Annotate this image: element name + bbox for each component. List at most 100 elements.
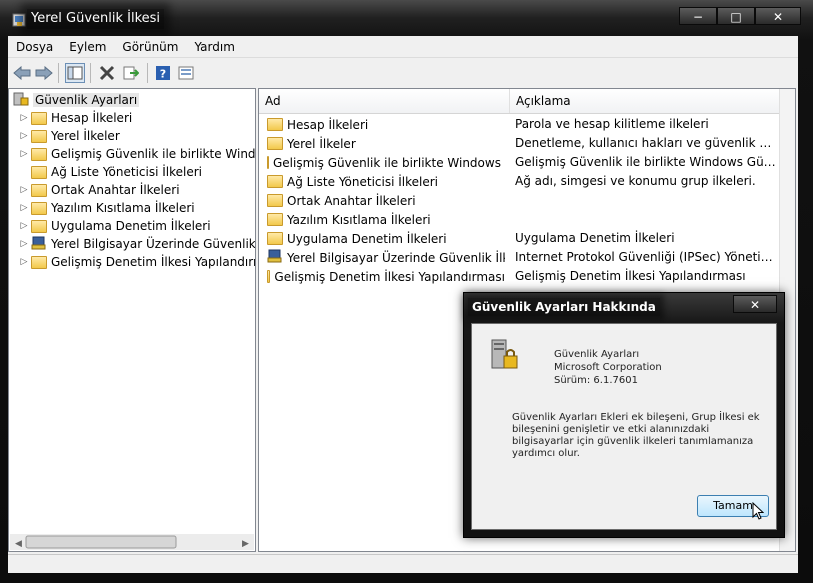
row-description: Internet Protokol Güvenliği (IPSec) Yöne… (515, 250, 777, 264)
back-arrow-icon[interactable] (12, 63, 32, 83)
row-name: Gelişmiş Denetim İlkesi Yapılandırması (274, 269, 505, 284)
toolbar-separator (90, 63, 91, 83)
about-dialog: Güvenlik Ayarları Hakkında ✕ Güvenlik Ay… (463, 292, 785, 538)
network-security-icon (31, 236, 47, 253)
expand-arrow-icon[interactable]: ▷ (19, 257, 29, 267)
close-button[interactable]: ✕ (755, 7, 801, 25)
tree-item[interactable]: ▷ Uygulama Denetim İlkeleri (19, 217, 211, 235)
menu-file[interactable]: Dosya (8, 40, 61, 54)
properties-icon[interactable] (176, 63, 196, 83)
tree-item-label: Ağ Liste Yöneticisi İlkeleri (51, 165, 203, 179)
row-description: Ağ adı, simgesi ve konumu grup ilkeleri. (515, 174, 756, 188)
tree-horizontal-scrollbar[interactable]: ◀ ▶ (10, 534, 254, 550)
menu-action[interactable]: Eylem (61, 40, 114, 54)
svg-text:?: ? (160, 68, 166, 81)
forward-arrow-icon[interactable] (34, 63, 54, 83)
folder-icon (267, 156, 269, 169)
product-name: Güvenlik Ayarları (554, 349, 640, 360)
tree-root[interactable]: Güvenlik Ayarları (13, 91, 140, 109)
tree-item[interactable]: ▷ Yazılım Kısıtlama İlkeleri (19, 199, 195, 217)
folder-icon (31, 219, 47, 233)
folder-icon (31, 165, 47, 179)
row-description: Uygulama Denetim İlkeleri (515, 231, 675, 245)
tree-item-label: Hesap İlkeleri (51, 111, 133, 125)
svg-text:◀: ◀ (15, 539, 22, 549)
description-text: Güvenlik Ayarları Ekleri ek bileşeni, Gr… (512, 412, 760, 459)
company-name: Microsoft Corporation (554, 362, 662, 373)
dialog-close-button[interactable]: ✕ (733, 295, 777, 313)
tree-root-label: Güvenlik Ayarları (33, 93, 140, 107)
list-header: Ad Açıklama (259, 89, 779, 114)
help-icon[interactable]: ? (153, 63, 173, 83)
expand-arrow-icon[interactable]: ▷ (19, 221, 29, 231)
tree-item[interactable]: ▷ Gelişmiş Güvenlik ile birlikte Windows (19, 145, 255, 163)
folder-lock-icon (31, 111, 47, 125)
tree-item-label: Gelişmiş Denetim İlkesi Yapılandırması (51, 255, 255, 269)
mouse-cursor-icon (752, 501, 765, 524)
menu-bar: Dosya Eylem Görünüm Yardım (8, 36, 798, 57)
folder-icon (267, 194, 283, 207)
toolbar-separator (147, 63, 148, 83)
tree-item[interactable]: Ağ Liste Yöneticisi İlkeleri (19, 163, 202, 181)
folder-icon (267, 213, 283, 226)
tree-item-label: Uygulama Denetim İlkeleri (51, 219, 211, 233)
show-tree-icon[interactable] (65, 63, 85, 83)
status-bar (8, 554, 798, 573)
folder-icon (31, 201, 47, 215)
expand-arrow-icon[interactable]: ▷ (19, 203, 29, 213)
folder-icon (267, 270, 271, 283)
tree-pane: Güvenlik Ayarları ▷ Hesap İlkeleri ▷ Yerel… (8, 88, 256, 552)
row-name: Gelişmiş Güvenlik ile birlikte Windows G… (273, 155, 505, 170)
expand-arrow-icon[interactable]: ▷ (19, 149, 29, 159)
dialog-body: Güvenlik Ayarları Microsoft Corporation … (471, 323, 777, 530)
row-name: Uygulama Denetim İlkeleri (287, 231, 447, 246)
delete-icon[interactable] (97, 63, 117, 83)
folder-icon (267, 232, 283, 245)
tree-item[interactable]: ▷ Yerel Bilgisayar Üzerinde Güvenlik İlk… (19, 235, 256, 253)
window-title: Yerel Güvenlik İlkesi (27, 9, 165, 29)
tree-item-label: Yerel İlkeler (51, 129, 120, 143)
menu-help[interactable]: Yardım (186, 40, 242, 54)
folder-icon (31, 183, 47, 197)
row-description (515, 191, 777, 210)
folder-icon (31, 255, 47, 269)
minimize-button[interactable]: − (679, 7, 717, 25)
tree-item-label: Ortak Anahtar İlkeleri (51, 183, 180, 197)
tree-item[interactable]: ▷ Yerel İlkeler (19, 127, 120, 145)
row-description: Denetleme, kullanıcı hakları ve güvenlik… (515, 136, 777, 150)
expand-arrow-icon[interactable]: ▷ (19, 239, 29, 249)
folder-icon (31, 147, 47, 161)
row-description: Gelişmiş Güvenlik ile birlikte Windows G… (515, 155, 777, 169)
app-icon (12, 12, 26, 27)
server-lock-icon (490, 338, 520, 375)
tree-item-label: Yerel Bilgisayar Üzerinde Güvenlik İlke (51, 237, 256, 251)
network-security-icon (267, 249, 283, 266)
svg-text:▶: ▶ (242, 539, 249, 549)
expand-arrow-icon[interactable]: ▷ (19, 113, 29, 123)
toolbar: ? (8, 57, 798, 87)
expand-arrow-icon[interactable]: ▷ (19, 185, 29, 195)
row-name: Ortak Anahtar İlkeleri (287, 193, 416, 208)
row-description (515, 210, 777, 229)
dialog-title: Güvenlik Ayarları Hakkında (468, 298, 660, 316)
row-name: Hesap İlkeleri (287, 117, 369, 132)
toolbar-separator (58, 63, 59, 83)
row-description: Gelişmiş Denetim İlkesi Yapılandırması (515, 269, 746, 283)
caption-buttons: − □ ✕ (679, 7, 801, 27)
title-bar[interactable]: Yerel Güvenlik İlkesi − □ ✕ (0, 0, 813, 36)
folder-lock-icon (267, 137, 283, 150)
column-description[interactable]: Açıklama (509, 89, 779, 113)
folder-lock-icon (31, 129, 47, 143)
column-name[interactable]: Ad (259, 89, 509, 113)
version-label: Sürüm: 6.1.7601 (554, 375, 638, 386)
menu-view[interactable]: Görünüm (114, 40, 186, 54)
export-list-icon[interactable] (121, 63, 141, 83)
expand-arrow-icon[interactable]: ▷ (19, 131, 29, 141)
row-name: Ağ Liste Yöneticisi İlkeleri (287, 174, 439, 189)
tree-item[interactable]: ▷ Ortak Anahtar İlkeleri (19, 181, 180, 199)
tree-item[interactable]: ▷ Hesap İlkeleri (19, 109, 133, 127)
row-name: Yazılım Kısıtlama İlkeleri (287, 212, 431, 227)
folder-lock-icon (267, 118, 283, 131)
tree-item[interactable]: ▷ Gelişmiş Denetim İlkesi Yapılandırması (19, 253, 255, 271)
maximize-button[interactable]: □ (717, 7, 755, 25)
